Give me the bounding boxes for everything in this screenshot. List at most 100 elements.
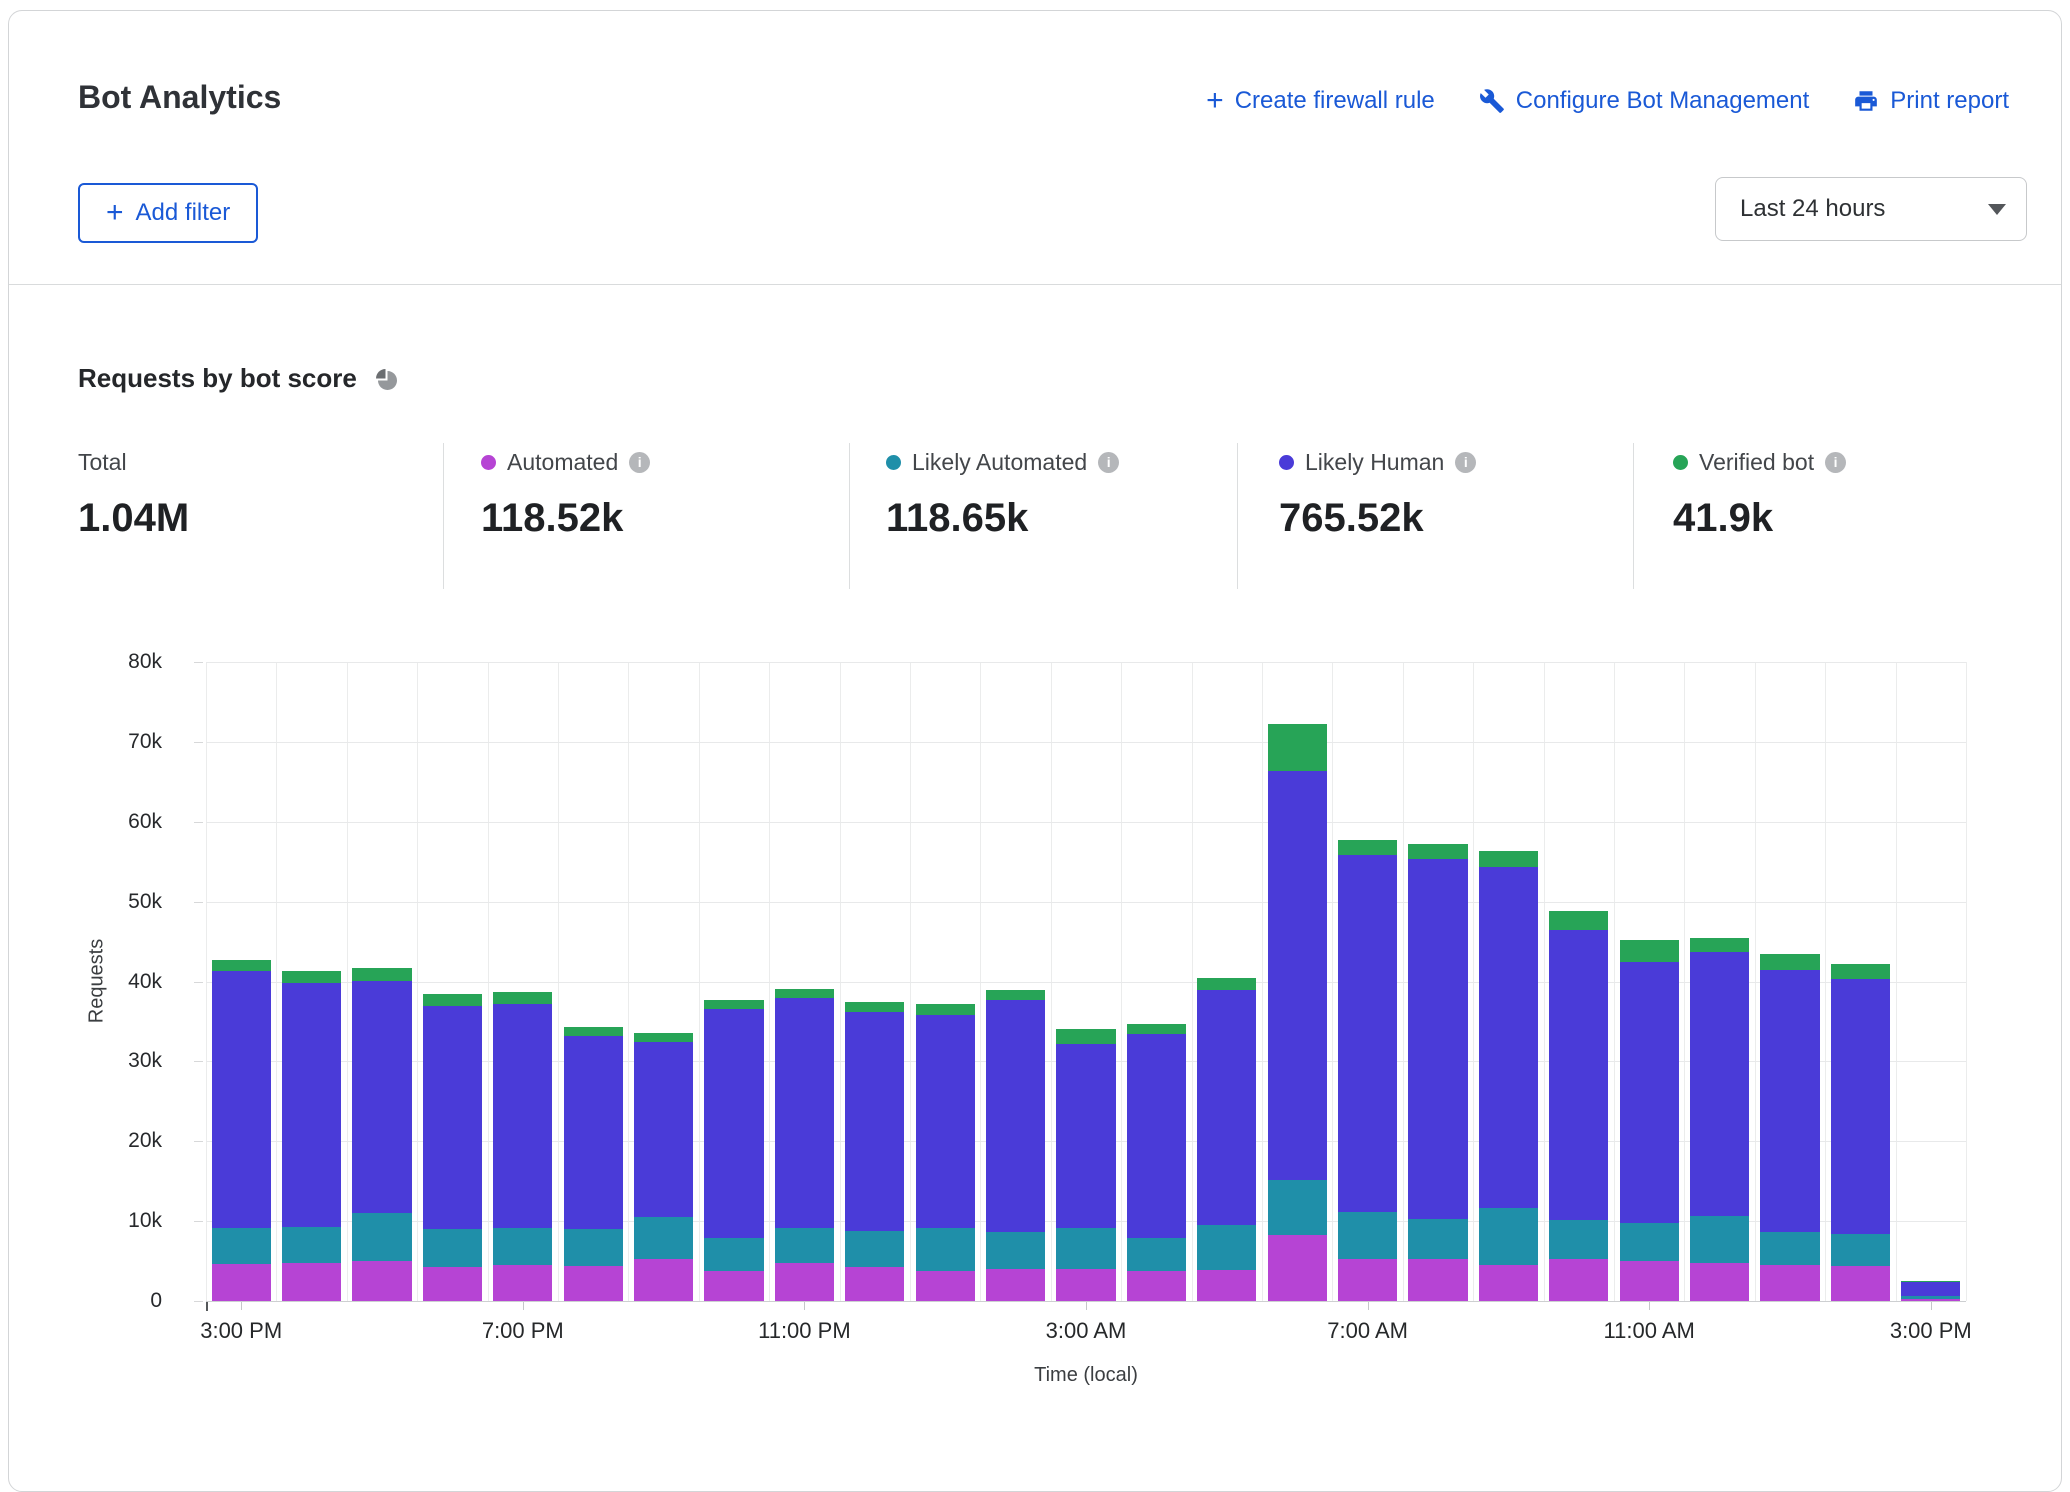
bar-segment-automated[interactable] bbox=[916, 1271, 975, 1301]
bar-segment-verified-bot[interactable] bbox=[1479, 851, 1538, 867]
bar-segment-likely-human[interactable] bbox=[1549, 930, 1608, 1220]
bar-segment-likely-automated[interactable] bbox=[1760, 1232, 1819, 1266]
bar-segment-automated[interactable] bbox=[634, 1259, 693, 1301]
bar-segment-likely-automated[interactable] bbox=[282, 1227, 341, 1263]
bar-segment-likely-human[interactable] bbox=[1197, 990, 1256, 1225]
bar-segment-automated[interactable] bbox=[423, 1267, 482, 1301]
bar-segment-automated[interactable] bbox=[986, 1269, 1045, 1301]
bar-segment-likely-human[interactable] bbox=[1690, 952, 1749, 1216]
bar-segment-verified-bot[interactable] bbox=[1197, 978, 1256, 990]
bar-segment-automated[interactable] bbox=[1760, 1265, 1819, 1301]
bar-segment-verified-bot[interactable] bbox=[1268, 724, 1327, 771]
info-icon[interactable]: i bbox=[1098, 452, 1119, 473]
bar-segment-likely-human[interactable] bbox=[1056, 1044, 1115, 1229]
bar-segment-automated[interactable] bbox=[564, 1266, 623, 1301]
bar-segment-likely-automated[interactable] bbox=[1690, 1216, 1749, 1263]
bar-segment-verified-bot[interactable] bbox=[1831, 964, 1890, 979]
bar-segment-likely-human[interactable] bbox=[1338, 855, 1397, 1211]
bar-segment-likely-automated[interactable] bbox=[493, 1228, 552, 1265]
bar-segment-verified-bot[interactable] bbox=[775, 989, 834, 999]
bar-segment-verified-bot[interactable] bbox=[1901, 1281, 1960, 1282]
info-icon[interactable]: i bbox=[1455, 452, 1476, 473]
bar-segment-verified-bot[interactable] bbox=[1408, 844, 1467, 859]
bar-segment-likely-automated[interactable] bbox=[986, 1232, 1045, 1269]
bar-segment-likely-human[interactable] bbox=[212, 971, 271, 1227]
bar-segment-automated[interactable] bbox=[775, 1263, 834, 1301]
bar-segment-likely-human[interactable] bbox=[1127, 1034, 1186, 1238]
bar-segment-automated[interactable] bbox=[1127, 1271, 1186, 1301]
configure-bot-management-link[interactable]: Configure Bot Management bbox=[1479, 87, 1810, 115]
bar-segment-verified-bot[interactable] bbox=[212, 960, 271, 971]
bar-segment-likely-automated[interactable] bbox=[423, 1229, 482, 1267]
info-icon[interactable]: i bbox=[629, 452, 650, 473]
info-icon[interactable]: i bbox=[1825, 452, 1846, 473]
bar-segment-likely-human[interactable] bbox=[916, 1015, 975, 1228]
bar-segment-likely-human[interactable] bbox=[423, 1006, 482, 1229]
bar-segment-verified-bot[interactable] bbox=[352, 968, 411, 981]
bar-segment-likely-human[interactable] bbox=[352, 981, 411, 1213]
bar-segment-likely-human[interactable] bbox=[564, 1036, 623, 1229]
bar-segment-verified-bot[interactable] bbox=[1549, 911, 1608, 929]
bar-segment-likely-automated[interactable] bbox=[916, 1228, 975, 1270]
bar-segment-automated[interactable] bbox=[1549, 1259, 1608, 1301]
bar-segment-automated[interactable] bbox=[1479, 1265, 1538, 1301]
bar-segment-likely-automated[interactable] bbox=[1127, 1238, 1186, 1271]
bar-segment-verified-bot[interactable] bbox=[1760, 954, 1819, 969]
bar-segment-likely-automated[interactable] bbox=[1549, 1220, 1608, 1260]
bar-segment-likely-human[interactable] bbox=[493, 1004, 552, 1228]
bar-segment-automated[interactable] bbox=[493, 1265, 552, 1301]
bar-segment-likely-automated[interactable] bbox=[704, 1238, 763, 1272]
bar-segment-likely-human[interactable] bbox=[1268, 771, 1327, 1180]
bar-segment-likely-automated[interactable] bbox=[1197, 1225, 1256, 1270]
bar-segment-likely-human[interactable] bbox=[1901, 1282, 1960, 1296]
bar-segment-likely-automated[interactable] bbox=[212, 1228, 271, 1265]
add-filter-button[interactable]: + Add filter bbox=[78, 183, 258, 243]
bar-segment-automated[interactable] bbox=[1408, 1259, 1467, 1301]
bar-segment-likely-automated[interactable] bbox=[1620, 1223, 1679, 1261]
bar-segment-automated[interactable] bbox=[352, 1261, 411, 1301]
bar-segment-likely-human[interactable] bbox=[704, 1009, 763, 1237]
bar-segment-verified-bot[interactable] bbox=[1338, 840, 1397, 855]
bar-segment-verified-bot[interactable] bbox=[1056, 1029, 1115, 1044]
bar-segment-verified-bot[interactable] bbox=[916, 1004, 975, 1015]
bar-segment-verified-bot[interactable] bbox=[986, 990, 1045, 1000]
bar-segment-verified-bot[interactable] bbox=[564, 1027, 623, 1036]
bar-segment-likely-automated[interactable] bbox=[1831, 1234, 1890, 1266]
bar-segment-automated[interactable] bbox=[845, 1267, 904, 1301]
bar-segment-verified-bot[interactable] bbox=[1127, 1024, 1186, 1034]
bar-segment-automated[interactable] bbox=[1338, 1259, 1397, 1301]
bar-segment-likely-human[interactable] bbox=[634, 1042, 693, 1217]
bar-segment-automated[interactable] bbox=[1831, 1266, 1890, 1301]
bar-segment-likely-automated[interactable] bbox=[564, 1229, 623, 1266]
bar-segment-automated[interactable] bbox=[1901, 1299, 1960, 1301]
bar-segment-likely-automated[interactable] bbox=[1408, 1219, 1467, 1260]
bar-segment-verified-bot[interactable] bbox=[493, 992, 552, 1004]
bar-segment-verified-bot[interactable] bbox=[423, 994, 482, 1006]
bar-segment-automated[interactable] bbox=[282, 1263, 341, 1301]
bar-segment-automated[interactable] bbox=[1056, 1269, 1115, 1301]
bar-segment-likely-automated[interactable] bbox=[1901, 1296, 1960, 1299]
bar-segment-verified-bot[interactable] bbox=[1690, 938, 1749, 952]
bar-segment-verified-bot[interactable] bbox=[1620, 940, 1679, 962]
bar-segment-likely-human[interactable] bbox=[775, 998, 834, 1227]
bar-segment-verified-bot[interactable] bbox=[634, 1033, 693, 1042]
print-report-link[interactable]: Print report bbox=[1853, 87, 2009, 115]
bar-segment-likely-human[interactable] bbox=[1760, 970, 1819, 1232]
bar-segment-automated[interactable] bbox=[212, 1264, 271, 1301]
bar-segment-likely-human[interactable] bbox=[1831, 979, 1890, 1234]
bar-segment-automated[interactable] bbox=[1268, 1235, 1327, 1301]
bar-segment-likely-human[interactable] bbox=[986, 1000, 1045, 1232]
bar-segment-verified-bot[interactable] bbox=[704, 1000, 763, 1010]
bar-segment-likely-human[interactable] bbox=[1620, 962, 1679, 1222]
bar-segment-automated[interactable] bbox=[704, 1271, 763, 1301]
bar-segment-verified-bot[interactable] bbox=[845, 1002, 904, 1012]
time-range-select[interactable]: Last 24 hours bbox=[1715, 177, 2027, 241]
bar-segment-automated[interactable] bbox=[1197, 1270, 1256, 1301]
bar-segment-verified-bot[interactable] bbox=[282, 971, 341, 983]
bar-segment-likely-automated[interactable] bbox=[352, 1213, 411, 1261]
bar-segment-automated[interactable] bbox=[1690, 1263, 1749, 1301]
create-firewall-rule-link[interactable]: + Create firewall rule bbox=[1206, 87, 1435, 115]
bar-segment-likely-human[interactable] bbox=[1479, 867, 1538, 1208]
bar-segment-likely-human[interactable] bbox=[282, 983, 341, 1227]
bar-segment-automated[interactable] bbox=[1620, 1261, 1679, 1301]
